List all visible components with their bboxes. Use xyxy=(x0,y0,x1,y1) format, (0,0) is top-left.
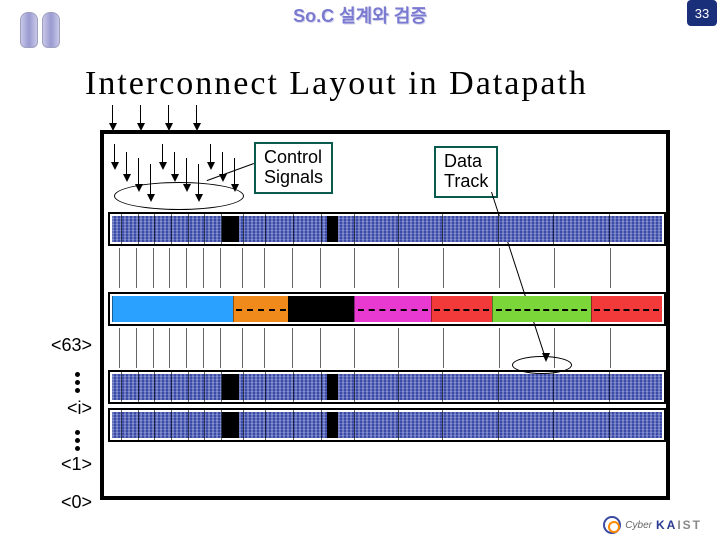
logo-cyber-text: Cyber xyxy=(625,520,652,531)
bit-row-63 xyxy=(108,212,666,246)
page-number-badge: 33 xyxy=(687,0,717,26)
control-signals-label: Control Signals xyxy=(254,142,333,194)
vertical-dots-icon xyxy=(75,430,80,451)
diagram-frame: Control Signals Data Track xyxy=(100,130,670,500)
track-spacer xyxy=(108,328,666,368)
bit-row-i xyxy=(108,292,666,326)
logo-kaist-text: KAIST xyxy=(656,518,702,532)
bit-label-i: <i> xyxy=(42,398,92,419)
vertical-tracks xyxy=(110,214,664,244)
slide-title: Interconnect Layout in Datapath xyxy=(85,65,588,103)
bit-row-1 xyxy=(108,370,666,404)
track-spacer xyxy=(108,248,666,288)
footer-logo: Cyber KAIST xyxy=(603,516,702,534)
bit-row-0 xyxy=(108,408,666,442)
decorative-tabs xyxy=(20,12,60,48)
bit-label-1: <1> xyxy=(42,454,92,475)
logo-icon xyxy=(603,516,621,534)
data-track-label: Data Track xyxy=(434,146,498,198)
bit-label-63: <63> xyxy=(42,335,92,356)
bit-label-0: <0> xyxy=(42,492,92,513)
course-title: So.C 설계와 검증 xyxy=(293,2,427,28)
vertical-dots-icon xyxy=(75,372,80,393)
